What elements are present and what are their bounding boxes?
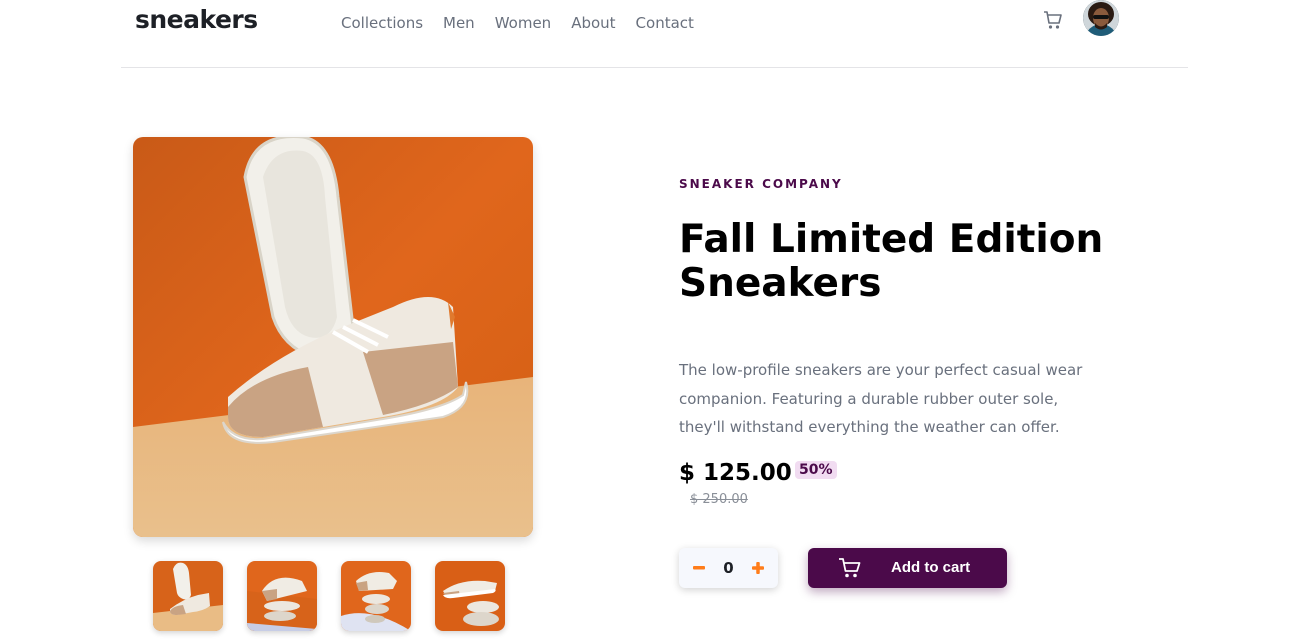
nav-contact[interactable]: Contact bbox=[636, 14, 694, 32]
logo[interactable]: sneakers bbox=[135, 5, 258, 34]
add-to-cart-button[interactable]: Add to cart bbox=[808, 548, 1007, 588]
current-price: $ 125.00 bbox=[679, 460, 792, 486]
quantity-stepper: 0 bbox=[679, 548, 778, 588]
nav-women[interactable]: Women bbox=[495, 14, 551, 32]
thumbnail-2[interactable] bbox=[247, 561, 317, 631]
nav-collections[interactable]: Collections bbox=[341, 14, 423, 32]
nav-men[interactable]: Men bbox=[443, 14, 475, 32]
thumbnail-strip bbox=[153, 561, 505, 631]
avatar[interactable] bbox=[1083, 0, 1119, 36]
cart-icon bbox=[838, 557, 862, 582]
minus-icon[interactable] bbox=[691, 560, 707, 576]
main-nav: Collections Men Women About Contact bbox=[341, 14, 694, 32]
product-description: The low-profile sneakers are your perfec… bbox=[679, 361, 1083, 436]
thumbnail-4[interactable] bbox=[435, 561, 505, 631]
product-title: Fall Limited Edition Sneakers bbox=[679, 217, 1104, 306]
cart-icon[interactable] bbox=[1042, 9, 1064, 31]
thumbnail-3[interactable] bbox=[341, 561, 411, 631]
site-header: sneakers Collections Men Women About Con… bbox=[121, 0, 1188, 68]
discount-badge: 50% bbox=[795, 461, 837, 479]
quantity-value: 0 bbox=[723, 559, 734, 577]
company-name: SNEAKER COMPANY bbox=[679, 177, 843, 191]
product-main-image[interactable] bbox=[133, 137, 533, 537]
plus-icon[interactable] bbox=[750, 560, 766, 576]
thumbnail-1[interactable] bbox=[153, 561, 223, 631]
nav-about[interactable]: About bbox=[571, 14, 615, 32]
original-price: $ 250.00 bbox=[690, 492, 748, 507]
add-to-cart-label: Add to cart bbox=[891, 559, 971, 576]
